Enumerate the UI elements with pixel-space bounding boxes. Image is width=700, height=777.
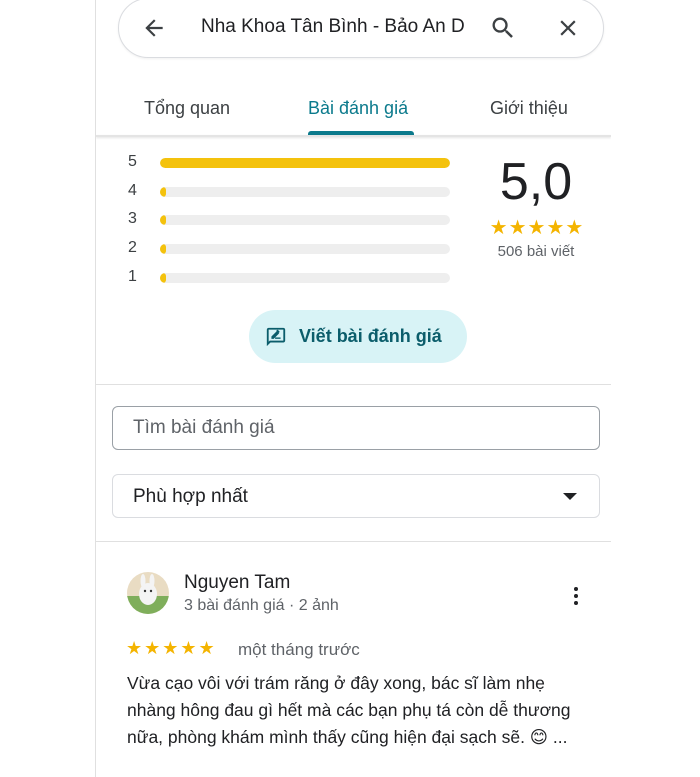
search-query[interactable]: Nha Khoa Tân Bình - Bảo An D: [201, 16, 469, 38]
tab-overview[interactable]: Tổng quan: [144, 98, 230, 119]
histogram-track: [160, 158, 450, 168]
back-arrow-icon[interactable]: [141, 15, 167, 41]
section-divider: [96, 384, 611, 385]
average-rating: 5,0: [499, 153, 573, 211]
caret-down-icon: [563, 493, 577, 500]
reviewer-meta: 3 bài đánh giá · 2 ảnh: [184, 597, 339, 614]
histogram-row-2[interactable]: 2: [128, 239, 458, 259]
histogram-fill: [160, 187, 166, 197]
histogram-star-label: 5: [128, 153, 137, 170]
review-text: Vừa cạo vôi với trám răng ở đây xong, bá…: [127, 673, 571, 747]
avatar-image: [127, 572, 169, 614]
histogram-row-1[interactable]: 1: [128, 268, 458, 288]
review-search-input[interactable]: [112, 406, 600, 450]
histogram-fill: [160, 215, 166, 225]
section-divider: [96, 541, 611, 542]
tabs-divider: [96, 135, 611, 137]
histogram-star-label: 1: [128, 268, 137, 285]
histogram-track: [160, 215, 450, 225]
histogram-star-label: 2: [128, 239, 137, 256]
rate-review-icon: [266, 327, 286, 347]
histogram-track: [160, 187, 450, 197]
review-time: một tháng trước: [238, 640, 360, 659]
more-options-icon[interactable]: [564, 584, 588, 608]
tab-bar: Tổng quan Bài đánh giá Giới thiệu: [96, 90, 611, 136]
average-stars: ★★★★★: [489, 217, 585, 239]
histogram-fill: [160, 273, 166, 283]
histogram-fill: [160, 244, 166, 254]
sort-dropdown[interactable]: Phù hợp nhất: [112, 474, 600, 518]
histogram-star-label: 3: [128, 210, 137, 227]
histogram-row-4[interactable]: 4: [128, 182, 458, 202]
place-panel: Nha Khoa Tân Bình - Bảo An D Tổng quan B…: [95, 0, 611, 777]
avatar[interactable]: [127, 572, 169, 614]
histogram-row-5[interactable]: 5: [128, 153, 458, 173]
write-review-label: Viết bài đánh giá: [299, 326, 442, 346]
sort-value: Phù hợp nhất: [133, 486, 248, 507]
review-count[interactable]: 506 bài viết: [476, 243, 596, 260]
histogram-fill: [160, 158, 450, 168]
review-stars: ★★★★★: [126, 638, 217, 658]
histogram-star-label: 4: [128, 182, 137, 199]
histogram-row-3[interactable]: 3: [128, 210, 458, 230]
search-icon[interactable]: [489, 14, 517, 42]
search-bar: Nha Khoa Tân Bình - Bảo An D: [118, 0, 604, 58]
write-review-button[interactable]: Viết bài đánh giá: [249, 310, 467, 363]
histogram-track: [160, 244, 450, 254]
close-icon[interactable]: [555, 15, 581, 41]
tab-about[interactable]: Giới thiệu: [490, 98, 568, 119]
histogram-track: [160, 273, 450, 283]
tab-reviews[interactable]: Bài đánh giá: [308, 98, 408, 119]
reviewer-name[interactable]: Nguyen Tam: [184, 572, 290, 594]
